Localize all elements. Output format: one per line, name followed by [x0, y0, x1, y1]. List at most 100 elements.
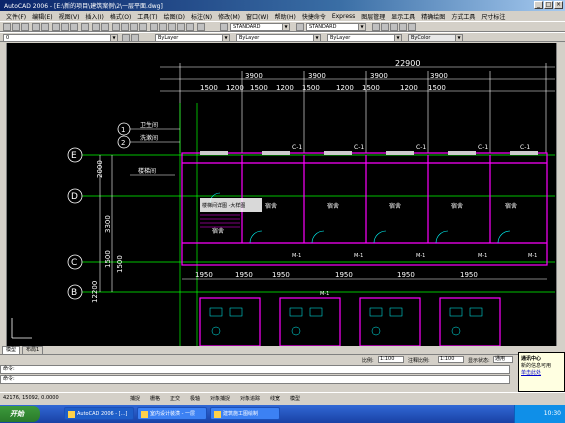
- dim-left: 2000: [96, 160, 104, 178]
- dim-sub: 1200: [276, 84, 294, 92]
- design-center-icon[interactable]: [159, 23, 167, 31]
- zoom-previous-icon[interactable]: [139, 23, 147, 31]
- lineweight-select[interactable]: ByLayer ▼: [327, 34, 402, 42]
- color-select[interactable]: ByLayer ▼: [155, 34, 230, 42]
- menu-bar: 文件(F) 编辑(E) 视图(V) 插入(I) 格式(O) 工具(T) 绘图(D…: [0, 11, 565, 21]
- close-icon[interactable]: ×: [554, 1, 563, 9]
- otrack-toggle[interactable]: 对象追踪: [240, 395, 260, 402]
- callout: 楼梯间详图 -大样图: [202, 202, 245, 209]
- layer-off-icon[interactable]: [399, 23, 407, 31]
- draw-toolbar[interactable]: [0, 43, 7, 346]
- layer-select[interactable]: 0 ▼: [3, 34, 118, 42]
- match-properties-icon[interactable]: [81, 23, 89, 31]
- snap-toggle[interactable]: 捕捉: [130, 395, 140, 402]
- menu-item-draw[interactable]: 绘图(D): [164, 12, 185, 21]
- command-input[interactable]: 命令:: [0, 375, 510, 384]
- menu-item-layer-mgr[interactable]: 图层管理: [361, 12, 385, 21]
- standard-toolbar: STANDARD ▼ STANDARD ▼: [0, 21, 565, 32]
- table-style-icon[interactable]: [372, 23, 380, 31]
- tool-palettes-icon[interactable]: [168, 23, 176, 31]
- markup-icon[interactable]: [177, 23, 185, 31]
- menu-item-edit[interactable]: 编辑(E): [32, 12, 52, 21]
- maximize-icon[interactable]: □: [544, 1, 553, 9]
- lineweight-toggle[interactable]: 线宽: [270, 395, 280, 402]
- paste-icon[interactable]: [70, 23, 78, 31]
- menu-item-dimtools[interactable]: 尺寸标注: [481, 12, 505, 21]
- dim-sub: 1200: [400, 84, 418, 92]
- dim-top: 3900: [370, 72, 388, 80]
- plotstyle-select[interactable]: ByColor ▼: [408, 34, 463, 42]
- display-state-label: 显示状态:: [468, 358, 490, 364]
- menu-item-format[interactable]: 格式(O): [110, 12, 131, 21]
- drawing-canvas[interactable]: 22900 3900 3900 3900 3900 1500 1200 1500…: [0, 43, 565, 346]
- undo-icon[interactable]: [92, 23, 100, 31]
- menu-item-insert[interactable]: 插入(I): [85, 12, 103, 21]
- menu-item-help[interactable]: 帮助(H): [275, 12, 296, 21]
- clock: 10:30: [543, 410, 561, 417]
- notification-popup[interactable]: 通讯中心 新的信息可用 单击此处: [518, 352, 565, 392]
- layer-iso-icon[interactable]: [408, 23, 416, 31]
- osnap-toggle[interactable]: 对象捕捉: [210, 395, 230, 402]
- grid-toggle[interactable]: 栅格: [150, 395, 160, 402]
- dim-style-icon[interactable]: [296, 23, 304, 31]
- door-tag: M-1: [354, 253, 363, 259]
- make-current-layer-icon[interactable]: [122, 34, 130, 42]
- cut-icon[interactable]: [52, 23, 60, 31]
- dim-sub: 1500: [250, 84, 268, 92]
- model-toggle[interactable]: 模型: [290, 395, 300, 402]
- menu-item-dimension[interactable]: 标注(N): [191, 12, 212, 21]
- window-tag: C-1: [520, 144, 530, 151]
- pan-icon[interactable]: [112, 23, 120, 31]
- properties-icon[interactable]: [150, 23, 158, 31]
- dim-sub: 1200: [226, 84, 244, 92]
- polar-toggle[interactable]: 极轴: [190, 395, 200, 402]
- popup-link[interactable]: 单击此处: [521, 369, 562, 376]
- taskbar-item[interactable]: 室内设计装潢 - 一层: [137, 407, 207, 420]
- annotation-scale-select[interactable]: 1:100: [438, 356, 464, 363]
- menu-item-mode[interactable]: 方式工具: [451, 12, 475, 21]
- axis-label: B: [71, 288, 77, 298]
- copy-icon[interactable]: [61, 23, 69, 31]
- minimize-icon[interactable]: _: [534, 1, 543, 9]
- menu-item-express[interactable]: Express: [332, 13, 355, 20]
- room-label: 宿舍: [389, 202, 401, 210]
- linetype-select[interactable]: ByLayer ▼: [236, 34, 321, 42]
- popup-title: 通讯中心: [521, 356, 542, 362]
- taskbar-item[interactable]: 建筑施工图绘制: [210, 407, 280, 420]
- layout-tabs: 模型 布局1: [0, 346, 565, 355]
- door-tag: M-1: [478, 253, 487, 259]
- layer-previous-icon[interactable]: [131, 34, 139, 42]
- layer-prev-icon[interactable]: [390, 23, 398, 31]
- dim-sub: 1500: [200, 84, 218, 92]
- new-file-icon[interactable]: [3, 23, 11, 31]
- dim-top: 3900: [430, 72, 448, 80]
- menu-item-tools[interactable]: 工具(T): [137, 12, 157, 21]
- calculator-icon[interactable]: [186, 23, 194, 31]
- ortho-toggle[interactable]: 正交: [170, 395, 180, 402]
- menu-item-window[interactable]: 窗口(W): [246, 12, 269, 21]
- zoom-window-icon[interactable]: [130, 23, 138, 31]
- print-icon[interactable]: [32, 23, 40, 31]
- dim-style-select[interactable]: STANDARD ▼: [306, 23, 366, 31]
- menu-item-precise[interactable]: 精确绘图: [421, 12, 445, 21]
- menu-item-shortcut[interactable]: 快捷命令: [302, 12, 326, 21]
- scale-select[interactable]: 1:100: [378, 356, 404, 363]
- command-history: 命令:: [0, 365, 510, 374]
- menu-item-file[interactable]: 文件(F): [6, 12, 26, 21]
- text-style-icon[interactable]: [220, 23, 228, 31]
- redo-icon[interactable]: [101, 23, 109, 31]
- help-icon[interactable]: [197, 23, 205, 31]
- menu-item-view[interactable]: 视图(V): [59, 12, 80, 21]
- zoom-realtime-icon[interactable]: [121, 23, 129, 31]
- start-button[interactable]: 开始: [0, 406, 40, 422]
- text-style-select[interactable]: STANDARD ▼: [230, 23, 290, 31]
- menu-item-modify[interactable]: 修改(M): [218, 12, 240, 21]
- layer-manager-icon[interactable]: [381, 23, 389, 31]
- menu-item-display[interactable]: 显示工具: [391, 12, 415, 21]
- open-file-icon[interactable]: [12, 23, 20, 31]
- modify-toolbar[interactable]: [556, 43, 565, 346]
- preview-icon[interactable]: [41, 23, 49, 31]
- save-icon[interactable]: [21, 23, 29, 31]
- taskbar-item[interactable]: AutoCAD 2006 - [...]: [64, 407, 134, 420]
- display-state-select[interactable]: 通用: [493, 356, 513, 363]
